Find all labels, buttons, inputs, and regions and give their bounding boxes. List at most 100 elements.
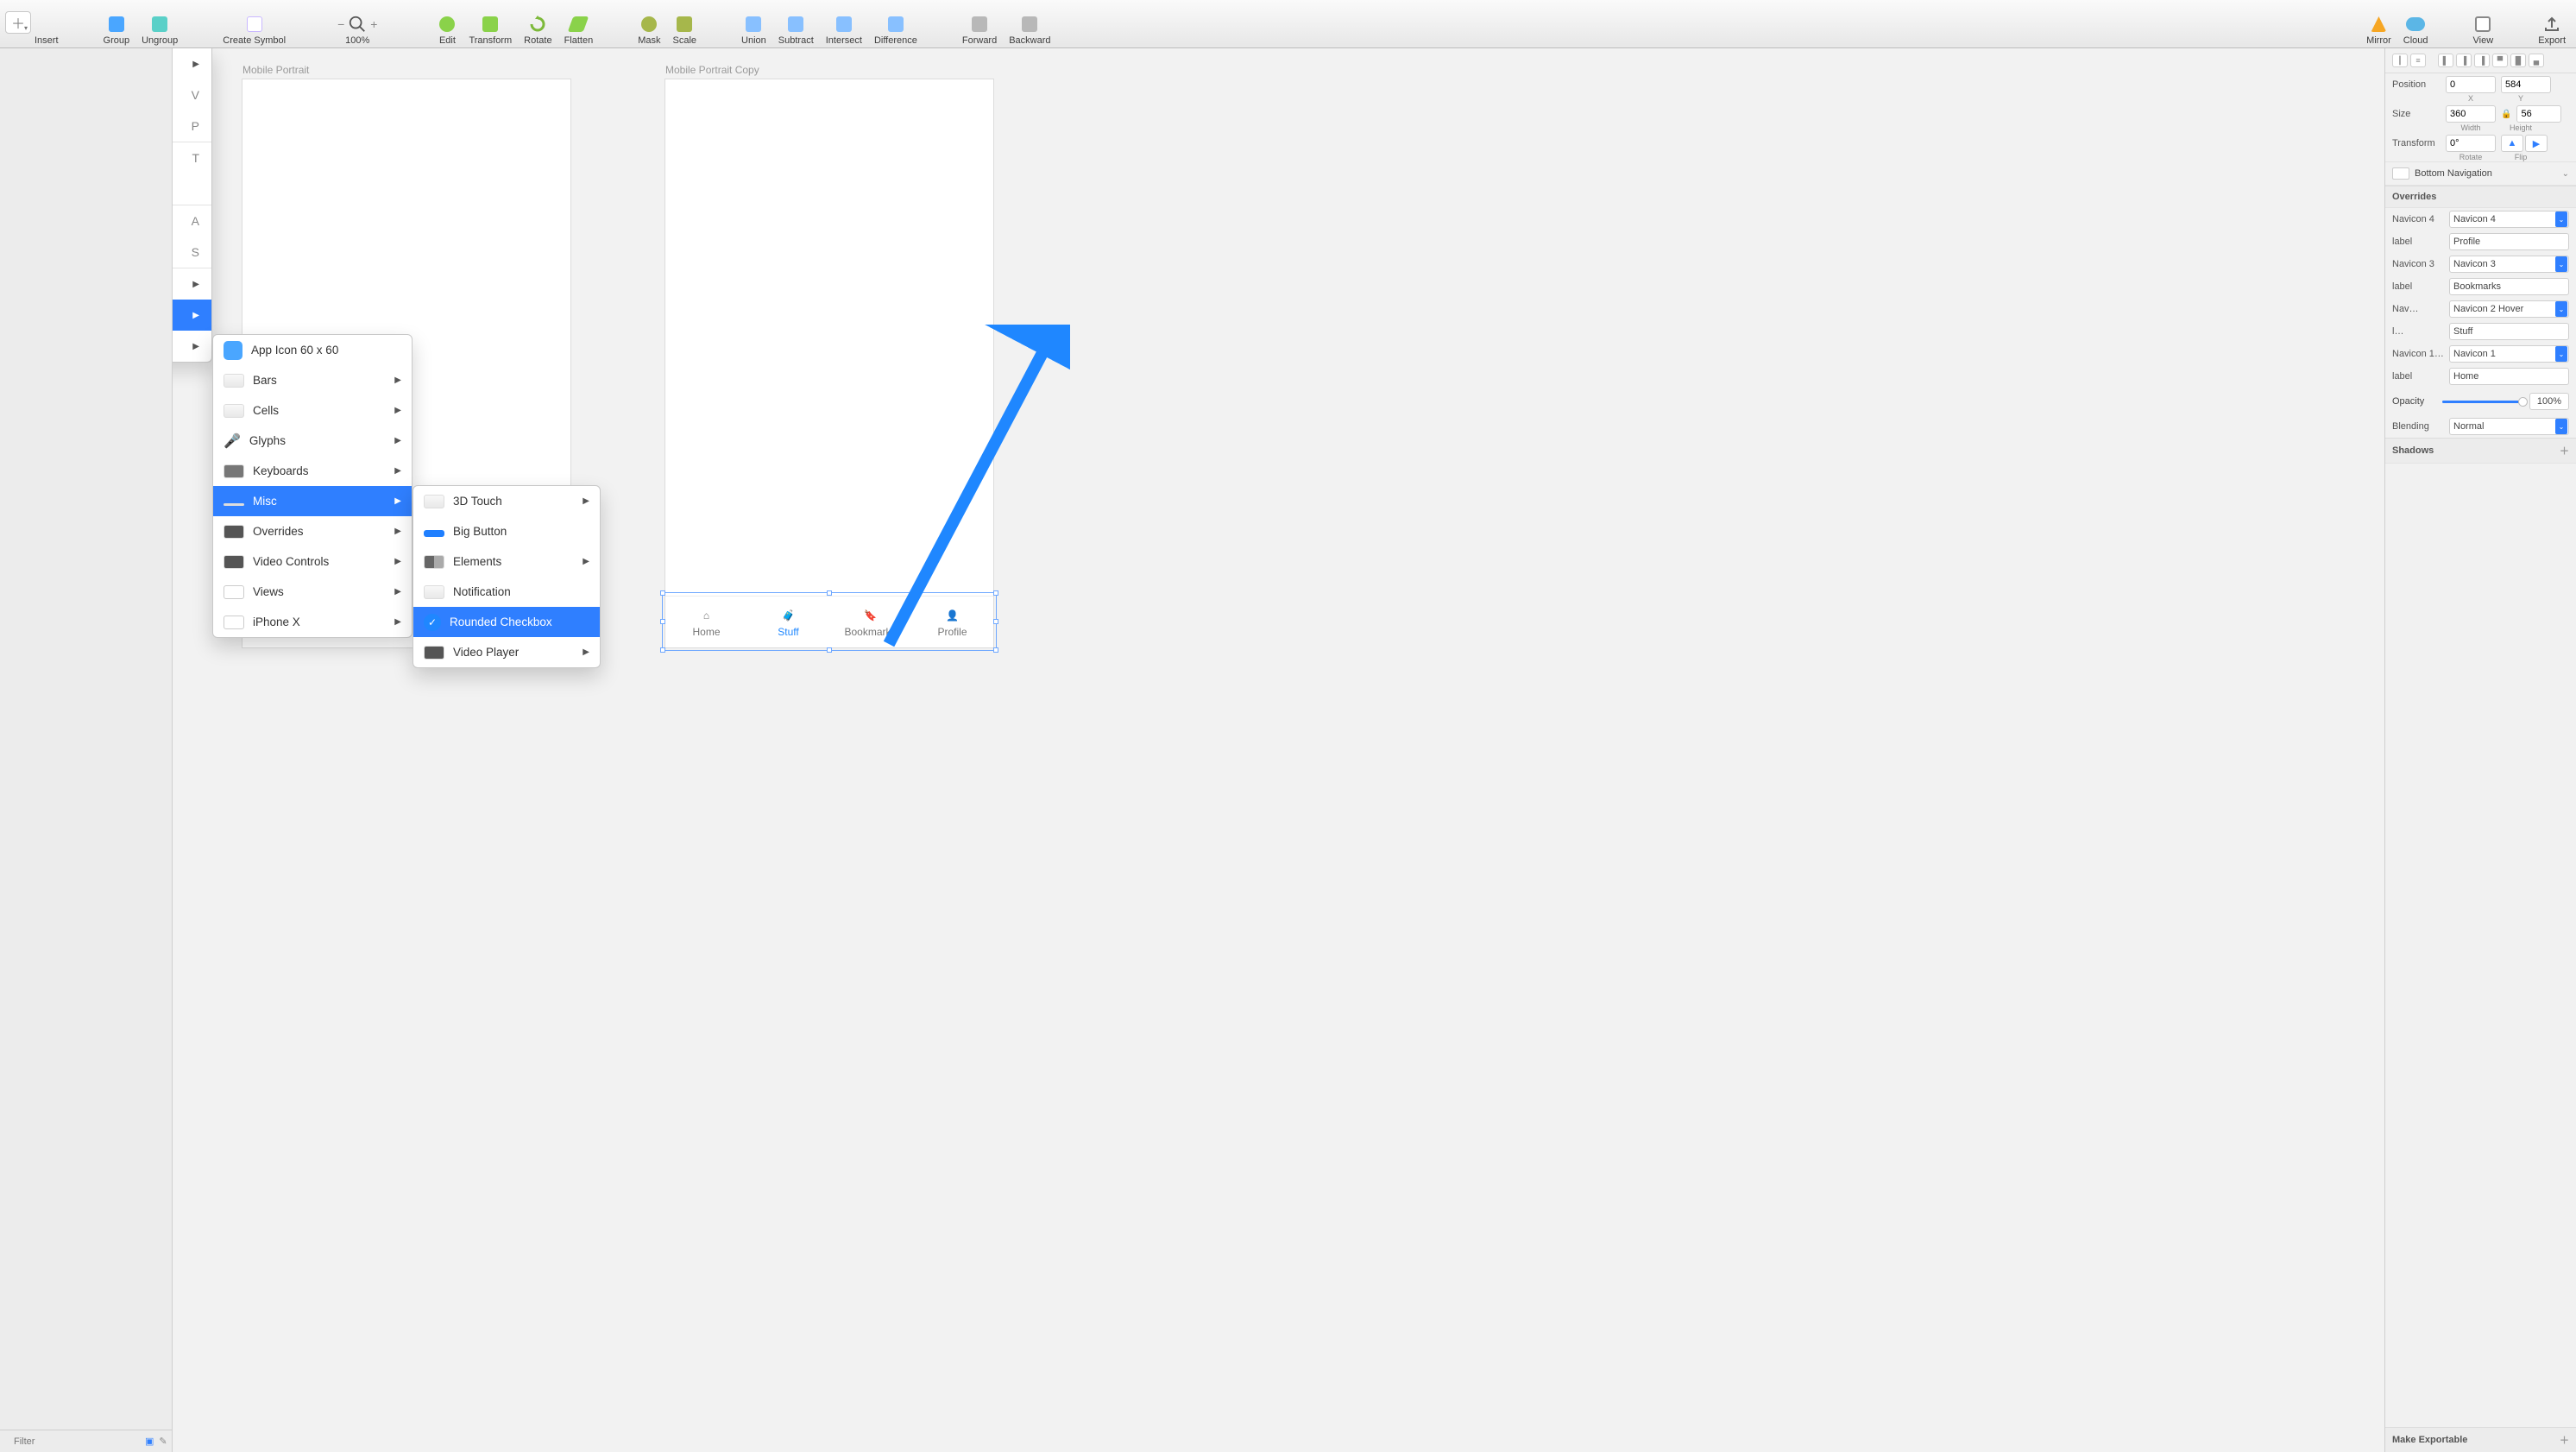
menu-item-shape[interactable]: Shape▶ — [173, 48, 211, 79]
rotate-input[interactable] — [2446, 135, 2496, 152]
submenu-item-views[interactable]: Views▶ — [213, 577, 412, 607]
menu-item-artboard[interactable]: 🖼ArtboardA — [173, 205, 211, 237]
intersect-button[interactable]: Intersect — [821, 15, 867, 46]
menu-item-ios-ui-design[interactable]: iOS UI Design▶ — [173, 300, 211, 331]
pos-y-input[interactable] — [2501, 76, 2551, 93]
submenu-item-rounded-checkbox[interactable]: ✓Rounded Checkbox — [413, 607, 600, 637]
blending-label: Blending — [2392, 421, 2444, 432]
override-field-1[interactable]: Profile — [2449, 233, 2569, 250]
filter-opt2-icon[interactable]: ✎ — [159, 1436, 167, 1448]
ungroup-button[interactable]: Ungroup — [136, 15, 183, 46]
override-field-0[interactable]: Navicon 4⌄ — [2449, 211, 2569, 228]
align-hc-button[interactable]: ▐ — [2456, 54, 2472, 67]
override-row-2: Navicon 3Navicon 3⌄ — [2385, 253, 2576, 275]
backward-button[interactable]: Backward — [1004, 15, 1055, 46]
submenu-item-video-controls[interactable]: Video Controls▶ — [213, 546, 412, 577]
override-row-7: labelHome — [2385, 365, 2576, 388]
misc-submenu: 3D Touch▶Big ButtonElements▶Notification… — [413, 485, 601, 668]
overrides-header: Overrides — [2385, 186, 2576, 208]
insert-dropdown[interactable]: ＋ — [5, 11, 31, 34]
artboard-2-title: Mobile Portrait Copy — [665, 64, 759, 76]
search-icon — [348, 15, 367, 34]
align-controls: ┃ ≡ ▌ ▐ ▐ ▀ █ ▄ — [2385, 48, 2576, 73]
submenu-item-glyphs[interactable]: 🎤Glyphs▶ — [213, 426, 412, 456]
lock-icon[interactable]: 🔒 — [2501, 110, 2511, 119]
submenu-item-iphone-x[interactable]: iPhone X▶ — [213, 607, 412, 637]
insert-label: Insert — [29, 35, 64, 46]
export-button[interactable]: Export — [2533, 15, 2571, 46]
menu-item-text[interactable]: TTextT — [173, 142, 211, 174]
rotate-button[interactable]: Rotate — [519, 15, 557, 46]
toolbar: ＋ Insert Group Ungroup Create Symbol − +… — [0, 0, 2576, 48]
canvas[interactable]: Mobile Portrait ◆Item 1 ◆Item 2 Mobile P… — [173, 48, 2384, 1452]
width-input[interactable] — [2446, 105, 2496, 123]
make-exportable[interactable]: Make Exportable＋ — [2385, 1427, 2576, 1452]
insert-menu: Shape▶VectorV✏️PencilPTTextTImage…🖼Artbo… — [173, 48, 212, 363]
size-label: Size — [2392, 109, 2441, 119]
submenu-item-3d-touch[interactable]: 3D Touch▶ — [413, 486, 600, 516]
submenu-item-bars[interactable]: Bars▶ — [213, 365, 412, 395]
align-r-button[interactable]: ▐ — [2474, 54, 2490, 67]
transform-button[interactable]: Transform — [463, 15, 517, 46]
opacity-slider[interactable] — [2442, 401, 2522, 403]
override-row-3: labelBookmarks — [2385, 275, 2576, 298]
override-field-4[interactable]: Navicon 2 Hover⌄ — [2449, 300, 2569, 318]
align-t-button[interactable]: ▀ — [2492, 54, 2508, 67]
align-vc-button[interactable]: █ — [2510, 54, 2526, 67]
menu-item-styled-text[interactable]: TStyled Text▶ — [173, 331, 211, 362]
submenu-item-notification[interactable]: Notification — [413, 577, 600, 607]
flip-h-button[interactable]: ▲ — [2501, 135, 2523, 152]
align-center-button[interactable]: ≡ — [2410, 54, 2426, 67]
submenu-item-keyboards[interactable]: Keyboards▶ — [213, 456, 412, 486]
align-l2-button[interactable]: ▌ — [2438, 54, 2453, 67]
scale-button[interactable]: Scale — [668, 15, 702, 46]
difference-button[interactable]: Difference — [869, 15, 923, 46]
submenu-item-overrides[interactable]: Overrides▶ — [213, 516, 412, 546]
opacity-label: Opacity — [2392, 396, 2435, 407]
flip-v-button[interactable]: ▶ — [2525, 135, 2548, 152]
filter-opt1-icon[interactable]: ▣ — [145, 1436, 154, 1448]
override-field-6[interactable]: Navicon 1⌄ — [2449, 345, 2569, 363]
edit-button[interactable]: Edit — [432, 15, 462, 46]
subtract-button[interactable]: Subtract — [773, 15, 819, 46]
align-b-button[interactable]: ▄ — [2529, 54, 2544, 67]
flatten-button[interactable]: Flatten — [559, 15, 599, 46]
submenu-item-elements[interactable]: Elements▶ — [413, 546, 600, 577]
artboard-2[interactable]: Mobile Portrait Copy ⌂Home 🧳Stuff 🔖Bookm… — [664, 79, 994, 648]
group-button[interactable]: Group — [98, 15, 135, 46]
menu-item-symbols[interactable]: Symbols▶ — [173, 268, 211, 300]
height-input[interactable] — [2516, 105, 2561, 123]
cloud-button[interactable]: Cloud — [2398, 15, 2434, 46]
create-symbol-button[interactable]: Create Symbol — [217, 15, 291, 46]
menu-item-slice[interactable]: 🔪SliceS — [173, 237, 211, 268]
mask-button[interactable]: Mask — [633, 15, 665, 46]
view-button[interactable]: View — [2468, 15, 2499, 46]
override-field-3[interactable]: Bookmarks — [2449, 278, 2569, 295]
align-left-button[interactable]: ┃ — [2392, 54, 2408, 67]
forward-button[interactable]: Forward — [957, 15, 1002, 46]
override-field-2[interactable]: Navicon 3⌄ — [2449, 256, 2569, 273]
zoom-control[interactable]: − + — [337, 15, 377, 34]
menu-item-vector[interactable]: VectorV — [173, 79, 211, 110]
cloud-icon — [2406, 17, 2425, 31]
menu-item-pencil[interactable]: ✏️PencilP — [173, 110, 211, 142]
submenu-item-video-player[interactable]: Video Player▶ — [413, 637, 600, 667]
override-field-7[interactable]: Home — [2449, 368, 2569, 385]
union-button[interactable]: Union — [736, 15, 772, 46]
submenu-item-app-icon-60-x-60[interactable]: App Icon 60 x 60 — [213, 335, 412, 365]
menu-item-image-[interactable]: Image… — [173, 174, 211, 205]
override-row-0: Navicon 4Navicon 4⌄ — [2385, 208, 2576, 230]
override-field-5[interactable]: Stuff — [2449, 323, 2569, 340]
opacity-value[interactable]: 100% — [2529, 393, 2569, 410]
override-row-5: l…Stuff — [2385, 320, 2576, 343]
layers-panel: ▣ ✎ 0 — [0, 48, 173, 1452]
pos-x-input[interactable] — [2446, 76, 2496, 93]
shadows-header[interactable]: Shadows＋ — [2385, 438, 2576, 464]
symbol-selector[interactable]: Bottom Navigation⌄ — [2385, 161, 2576, 186]
filter-input[interactable] — [10, 1435, 140, 1449]
submenu-item-misc[interactable]: Misc▶ — [213, 486, 412, 516]
submenu-item-big-button[interactable]: Big Button — [413, 516, 600, 546]
mirror-button[interactable]: Mirror — [2361, 15, 2396, 46]
blending-select[interactable]: Normal⌄ — [2449, 418, 2569, 435]
submenu-item-cells[interactable]: Cells▶ — [213, 395, 412, 426]
